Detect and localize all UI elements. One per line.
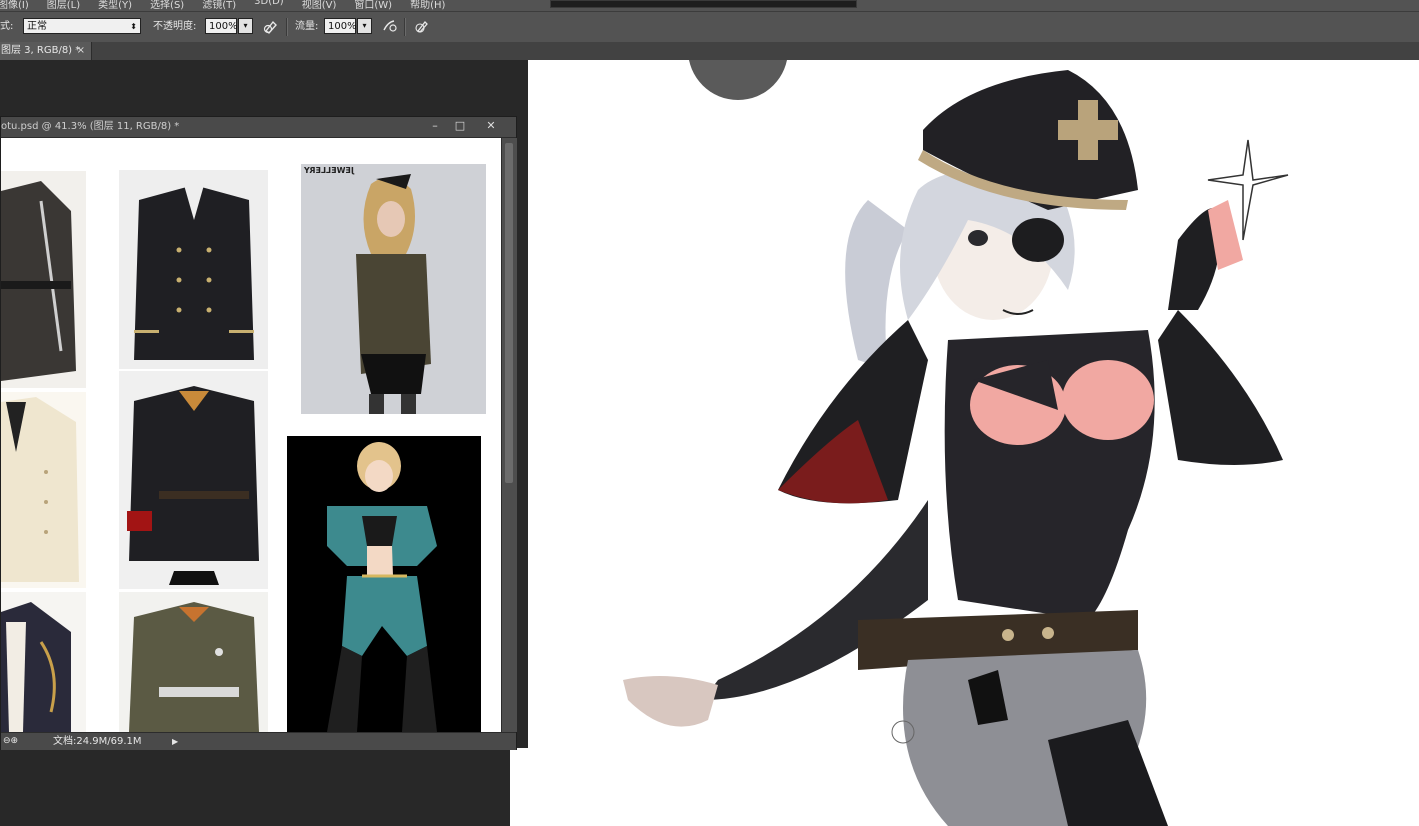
main-canvas[interactable] (528, 60, 1419, 826)
reference-status-bar: ⊖⊕ 文档:24.9M/69.1M ▶ (1, 732, 516, 750)
window-title-bar (550, 0, 857, 8)
menu-layer[interactable]: 图层(L) (47, 0, 80, 11)
menu-view[interactable]: 视图(V) (302, 0, 337, 11)
scrollbar-thumb[interactable] (505, 143, 513, 483)
reference-window-title-bar[interactable]: otu.psd @ 41.3% (图层 11, RGB/8) * – □ ✕ (1, 117, 516, 138)
reference-photo-black-double-breasted (119, 170, 268, 369)
menu-bar: 图像(I) 图层(L) 类型(Y) 选择(S) 滤镜(T) 3D(D) 视图(V… (0, 0, 1419, 11)
zoom-icon[interactable]: ⊖⊕ (3, 733, 18, 750)
reference-photo-cream-uniform (1, 392, 86, 588)
opacity-label: 不透明度: (153, 21, 197, 32)
reference-canvas[interactable]: JEWELLERY (1, 138, 501, 732)
menu-filter[interactable]: 滤镜(T) (202, 0, 236, 11)
opacity-dropdown-button[interactable]: ▾ (238, 18, 253, 34)
document-tab-label: 图层 3, RGB/8) * (1, 45, 81, 56)
reference-vertical-scrollbar[interactable] (501, 138, 517, 732)
reference-window-title: otu.psd @ 41.3% (图层 11, RGB/8) * (1, 121, 180, 132)
blend-mode-value: 正常 (27, 21, 47, 32)
pressure-size-icon[interactable] (413, 17, 431, 35)
minimize-button[interactable]: – (427, 119, 443, 133)
menu-3d[interactable]: 3D(D) (254, 0, 284, 11)
maximize-button[interactable]: □ (452, 119, 468, 133)
reference-photo-grey-uniform (1, 171, 86, 388)
menu-items: 图像(I) 图层(L) 类型(Y) 选择(S) 滤镜(T) 3D(D) 视图(V… (0, 0, 445, 11)
opacity-input[interactable]: 100% (205, 18, 238, 34)
jewellery-text: JEWELLERY (304, 166, 354, 175)
blend-mode-select[interactable]: 正常 ⬍ (23, 18, 141, 34)
reference-document-window[interactable]: otu.psd @ 41.3% (图层 11, RGB/8) * – □ ✕ J… (0, 116, 517, 750)
menu-type[interactable]: 类型(Y) (98, 0, 132, 11)
tab-close-icon[interactable]: × (77, 42, 85, 60)
menu-help[interactable]: 帮助(H) (410, 0, 445, 11)
close-button[interactable]: ✕ (483, 119, 499, 133)
status-menu-arrow-icon[interactable]: ▶ (172, 733, 178, 750)
mode-label: 式: (0, 21, 14, 32)
character-illustration (623, 70, 1289, 826)
canvas-edge (510, 748, 528, 826)
flow-input[interactable]: 100% (324, 18, 357, 34)
flow-label: 流量: (295, 21, 319, 32)
menu-select[interactable]: 选择(S) (150, 0, 184, 11)
document-tab-bar: 图层 3, RGB/8) * × (0, 42, 1419, 61)
reference-photo-teal-character (287, 436, 481, 732)
reference-photo-fashion-model: JEWELLERY (301, 164, 486, 414)
menu-image[interactable]: 图像(I) (0, 0, 29, 11)
select-arrows-icon: ⬍ (130, 22, 137, 31)
flow-dropdown-button[interactable]: ▾ (357, 18, 372, 34)
reference-photo-navy-uniform (1, 592, 86, 732)
pressure-opacity-icon[interactable] (262, 17, 280, 35)
document-tab[interactable]: 图层 3, RGB/8) * × (0, 42, 92, 60)
menu-window[interactable]: 窗口(W) (354, 0, 392, 11)
options-bar: 式: 正常 ⬍ 不透明度: 100% ▾ 流量: 100% ▾ (0, 11, 1419, 43)
document-size-readout: 文档:24.9M/69.1M (53, 736, 142, 747)
reference-photo-black-armband-uniform (119, 371, 268, 589)
reference-photo-green-uniform (119, 592, 268, 732)
airbrush-icon[interactable] (381, 17, 399, 35)
